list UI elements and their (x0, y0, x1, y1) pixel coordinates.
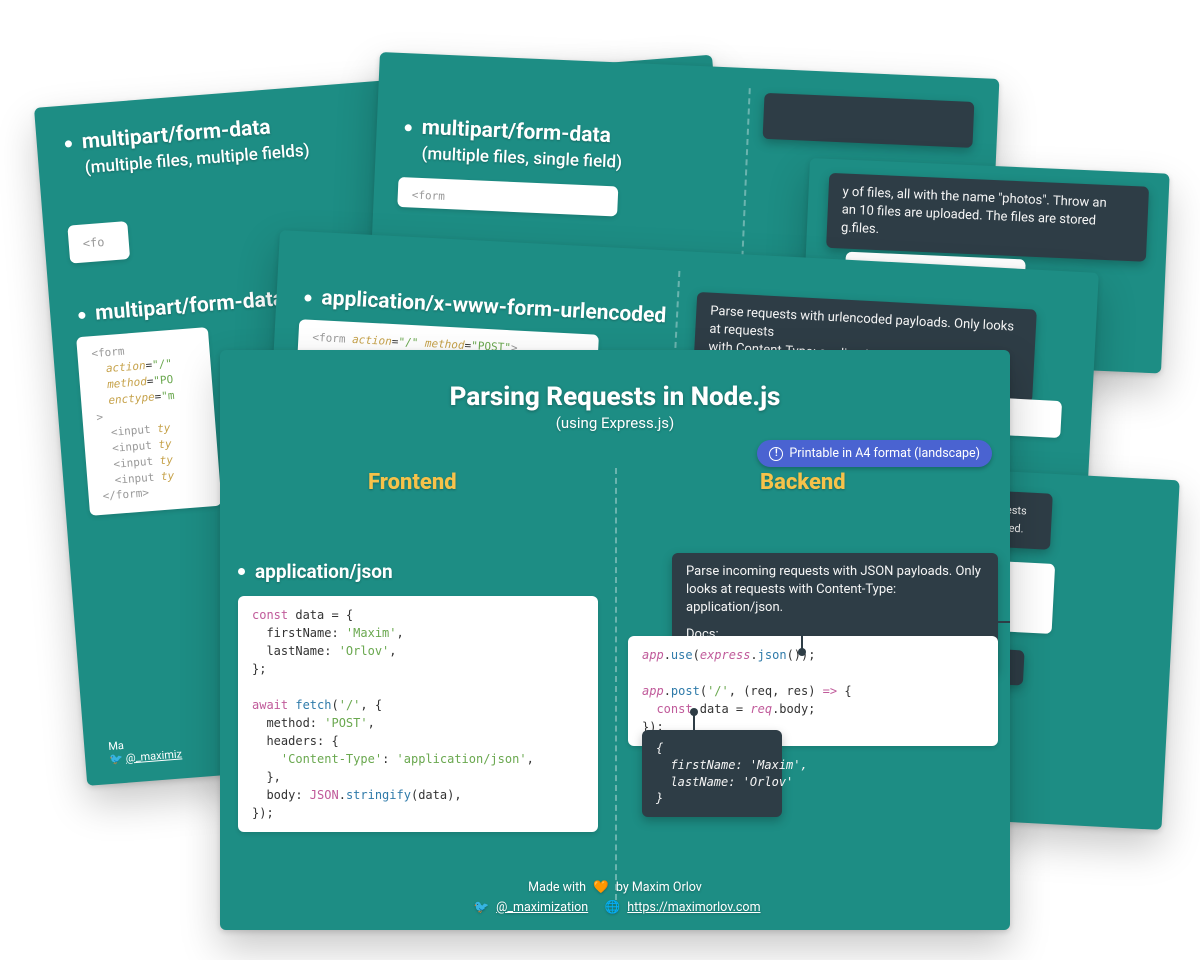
site-link[interactable]: https://maximorlov.com (627, 900, 760, 915)
backend-object-tooltip: { firstName: 'Maxim', lastName: 'Orlov' … (642, 730, 782, 817)
connector-line-1a (801, 621, 803, 649)
backend-heading: Backend (760, 470, 846, 495)
card2-code: <form (397, 177, 618, 217)
front-card: Parsing Requests in Node.js (using Expre… (220, 350, 1010, 930)
backend-tooltip-text: Parse incoming requests with JSON payloa… (686, 563, 984, 618)
twitter-icon: 🐦 (109, 752, 124, 766)
card1-snip-text: <fo (82, 235, 105, 251)
bullet-dot-icon (405, 124, 412, 131)
main-title: Parsing Requests in Node.js (244, 382, 986, 412)
card2-title-text: multipart/form-data (421, 116, 611, 148)
card3-tooltip: y of files, all with the name "photos". … (826, 173, 1149, 261)
twitter-handle-link[interactable]: @_maximization (496, 900, 588, 915)
bullet-dot-icon (238, 568, 245, 575)
connector-dot-1 (798, 648, 806, 656)
main-subtitle: (using Express.js) (244, 414, 986, 432)
footer-made: Made with (528, 880, 586, 895)
column-divider (615, 468, 617, 900)
bullet-dot-icon (304, 294, 311, 301)
globe-icon: 🌐 (605, 898, 621, 918)
card1-footer-text: Ma (108, 739, 125, 753)
section-title-text: application/json (255, 560, 393, 583)
card3-tooltip-text: y of files, all with the name "photos". … (841, 184, 1107, 237)
card2-tooltip (763, 93, 975, 148)
heart-icon: 🧡 (593, 878, 609, 898)
footer: Made with 🧡 by Maxim Orlov 🐦 @_maximizat… (220, 878, 1010, 918)
printable-label: Printable in A4 format (landscape) (789, 446, 980, 461)
frontend-heading: Frontend (368, 470, 457, 495)
bullet-dot-icon (78, 311, 86, 319)
connector-line-1b (801, 621, 1010, 623)
card1-footer: Ma 🐦 @_maximiz (108, 734, 183, 766)
twitter-icon: 🐦 (473, 898, 489, 918)
printable-pill[interactable]: ! Printable in A4 format (landscape) (757, 440, 992, 467)
card1-code-snip: <fo (67, 221, 130, 264)
connector-line-2 (693, 712, 695, 734)
section-title: application/json (238, 560, 393, 583)
card1-form-code: <form action="/" method="PO enctype="m >… (76, 327, 222, 516)
info-icon: ! (769, 447, 783, 461)
footer-by: by Maxim Orlov (616, 880, 702, 895)
frontend-code: const data = { firstName: 'Maxim', lastN… (238, 596, 598, 832)
bullet-dot-icon (65, 140, 73, 148)
card1-title2-text: multipart/form-data (94, 287, 285, 326)
